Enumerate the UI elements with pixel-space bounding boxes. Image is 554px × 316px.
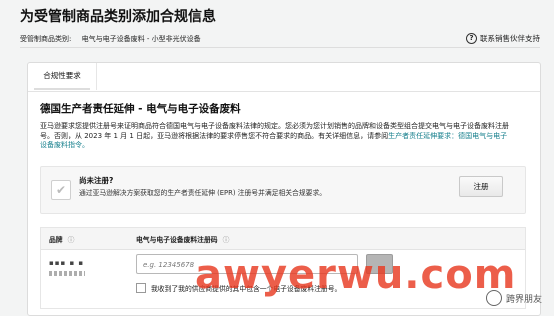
registration-help-icon[interactable]: ⓘ: [223, 236, 230, 244]
registration-header-label: 电气与电子设备废料注册码: [136, 236, 218, 244]
tab-compliance-requirements[interactable]: 合规性要求: [28, 63, 97, 90]
tab-active-indicator: [34, 88, 90, 90]
category-label: 受管制商品类别:: [20, 34, 72, 43]
tab-bar: 合规性要求: [28, 63, 540, 92]
confirm-checkbox[interactable]: [136, 283, 146, 293]
seller-support-label[interactable]: 联系销售伙伴支持: [480, 33, 540, 44]
section-title: 德国生产者责任延伸 - 电气与电子设备废料: [40, 103, 241, 115]
section-description: 亚马逊要求您提供注册号来证明商品符合德国电气与电子设备废料法律的规定。您必须为您…: [40, 122, 510, 151]
registration-notice: ✔ 尚未注册? 通过亚马逊解决方案获取您的生产者责任延伸 (EPR) 注册号并满…: [40, 166, 526, 214]
header-divider: [20, 47, 540, 48]
question-circle-icon: ?: [466, 33, 477, 44]
checkmark-icon: ✔: [51, 180, 71, 200]
category-info: 受管制商品类别: 电气与电子设备废料 - 小型非光伏设备: [20, 34, 201, 44]
category-row: 受管制商品类别: 电气与电子设备废料 - 小型非光伏设备 ? 联系销售伙伴支持: [20, 33, 540, 44]
tab-label[interactable]: 合规性要求: [43, 71, 81, 80]
watermark-text: awyerwu.com: [195, 252, 517, 298]
category-value: 电气与电子设备废料 - 小型非光伏设备: [81, 34, 201, 43]
brand-column-header: 品牌 ⓘ: [49, 234, 74, 244]
watermark-logo: 跨界朋友: [485, 290, 542, 306]
brand-header-label: 品牌: [49, 236, 63, 244]
wechat-logo-icon: [485, 290, 502, 306]
page-title: 为受管制商品类别添加合规信息: [20, 9, 216, 25]
notice-title: 尚未注册?: [79, 176, 114, 185]
register-button[interactable]: 注册: [459, 176, 503, 197]
brand-help-icon[interactable]: ⓘ: [68, 236, 75, 244]
registration-column-header: 电气与电子设备废料注册码 ⓘ: [136, 234, 229, 244]
watermark-logo-text: 跨界朋友: [505, 294, 542, 305]
brand-value: ▪▪▪ ▪ ▪: [49, 259, 85, 267]
table-header: 品牌 ⓘ 电气与电子设备废料注册码 ⓘ: [41, 228, 525, 250]
brand-value-redacted: [49, 271, 85, 276]
notice-text: 通过亚马逊解决方案获取您的生产者责任延伸 (EPR) 注册号并满足相关合规要求。: [79, 189, 327, 197]
seller-support-link[interactable]: ? 联系销售伙伴支持: [466, 33, 540, 44]
